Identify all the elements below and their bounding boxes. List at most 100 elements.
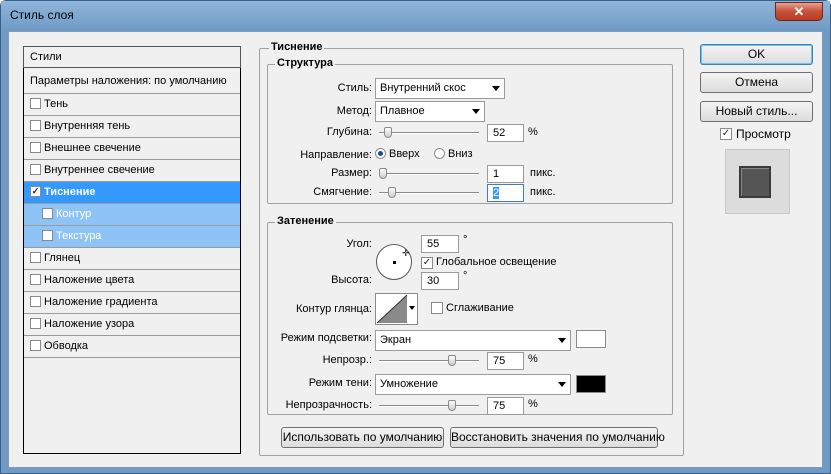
size-unit: пикс. [530, 167, 556, 179]
highlight-mode-label: Режим подсветки: [280, 332, 372, 344]
checkbox-checked-icon[interactable]: ✓ [30, 185, 41, 197]
shadow-opacity-label: Непрозрачность: [285, 399, 372, 411]
style-item-1[interactable]: Тень [24, 94, 240, 116]
checkbox-icon[interactable] [30, 119, 41, 131]
angle-unit: ° [463, 234, 468, 246]
style-item-3[interactable]: Внешнее свечение [24, 138, 240, 160]
style-item-10[interactable]: Наложение градиента [24, 292, 240, 314]
style-item-label: Обводка [44, 340, 89, 352]
style-select[interactable]: Внутренний скос [375, 78, 505, 99]
highlight-mode-select[interactable]: Экран [375, 330, 571, 351]
styles-header[interactable]: Стили [23, 46, 241, 68]
soften-slider[interactable] [379, 187, 479, 198]
size-slider[interactable] [379, 168, 479, 179]
style-item-4[interactable]: Внутреннее свечение [24, 160, 240, 182]
style-item-7[interactable]: Текстура [24, 226, 240, 248]
style-item-12[interactable]: Обводка [24, 336, 240, 358]
style-item-label: Глянец [44, 252, 81, 264]
checkbox-icon[interactable] [30, 273, 41, 285]
shadow-opacity-thumb[interactable] [448, 400, 456, 411]
method-select[interactable]: Плавное [375, 101, 485, 122]
highlight-opacity-unit: % [528, 353, 538, 365]
depth-slider-thumb[interactable] [384, 127, 392, 138]
crosshair-icon: ✛ [402, 248, 410, 258]
checkbox-icon[interactable] [42, 229, 53, 241]
style-item-5[interactable]: ✓ Тиснение [24, 182, 240, 204]
shadow-mode-value: Умножение [380, 378, 438, 390]
style-item-11[interactable]: Наложение узора [24, 314, 240, 336]
new-style-button[interactable]: Новый стиль... [700, 101, 813, 122]
checkbox-icon[interactable] [30, 251, 41, 263]
checkbox-icon[interactable] [30, 97, 41, 109]
angle-dial[interactable]: ✛ [376, 244, 412, 280]
direction-down-radio[interactable]: Вниз [434, 147, 473, 160]
size-input[interactable]: 1 [487, 165, 524, 183]
checkbox-icon[interactable] [30, 295, 41, 307]
ok-button[interactable]: OK [700, 44, 813, 65]
depth-slider[interactable] [379, 127, 479, 138]
window-title: Стиль слоя [10, 8, 74, 22]
chevron-down-icon [472, 109, 480, 114]
highlight-opacity-slider[interactable] [379, 355, 479, 366]
checkbox-icon[interactable] [30, 317, 41, 329]
highlight-opacity-input[interactable]: 75 [487, 352, 524, 370]
layer-style-dialog: Стиль слоя ✕ Стили Параметры наложения: … [0, 0, 831, 474]
style-item-label: Внешнее свечение [44, 142, 141, 154]
size-slider-thumb[interactable] [379, 168, 387, 179]
soften-slider-thumb[interactable] [388, 187, 396, 198]
blend-options-default[interactable]: Параметры наложения: по умолчанию [24, 69, 240, 94]
shadow-color-swatch[interactable] [576, 375, 606, 393]
style-item-label: Наложение цвета [44, 274, 135, 286]
use-default-button[interactable]: Использовать по умолчанию [281, 427, 444, 448]
soften-label: Смягчение: [313, 186, 372, 198]
style-item-8[interactable]: Глянец [24, 248, 240, 270]
style-item-label: Тиснение [44, 186, 96, 198]
style-item-label: Наложение узора [44, 318, 135, 330]
style-item-9[interactable]: Наложение цвета [24, 270, 240, 292]
style-item-2[interactable]: Внутренняя тень [24, 116, 240, 138]
altitude-input[interactable]: 30 [421, 272, 459, 290]
shadow-mode-select[interactable]: Умножение [375, 374, 571, 395]
reset-default-button[interactable]: Восстановить значения по умолчанию [450, 427, 665, 448]
antialias-checkbox[interactable] [431, 302, 443, 314]
close-button[interactable]: ✕ [775, 2, 823, 21]
gloss-contour-label: Контур глянца: [295, 303, 372, 315]
altitude-unit: ° [463, 270, 468, 282]
checkmark-icon: ✓ [721, 128, 731, 139]
preview-label: Просмотр [736, 127, 791, 141]
radio-off-icon [434, 147, 445, 159]
shadow-opacity-unit: % [528, 398, 538, 410]
chevron-down-icon [492, 86, 500, 91]
title-bar[interactable]: Стиль слоя ✕ [1, 1, 830, 31]
checkbox-icon[interactable] [30, 141, 41, 153]
shadow-mode-label: Режим тени: [308, 377, 372, 389]
soften-value: 2 [493, 187, 500, 199]
styles-list: Стили Параметры наложения: по умолчанию … [23, 46, 241, 454]
direction-up-label: Вверх [389, 148, 420, 160]
angle-dial-center [393, 261, 396, 264]
checkbox-icon[interactable] [30, 339, 41, 351]
angle-input[interactable]: 55 [421, 235, 459, 253]
preview-checkbox[interactable]: ✓ [720, 128, 732, 140]
checkbox-icon[interactable] [42, 207, 53, 219]
style-label: Стиль: [337, 82, 372, 94]
structure-title: Структура [275, 57, 335, 69]
direction-label: Направление: [300, 149, 372, 161]
depth-unit: % [528, 126, 538, 138]
style-item-6[interactable]: Контур [24, 204, 240, 226]
highlight-color-swatch[interactable] [576, 330, 606, 348]
cancel-button[interactable]: Отмена [700, 72, 813, 93]
gloss-contour-picker[interactable] [375, 293, 418, 325]
soften-input[interactable]: 2 [487, 184, 524, 202]
direction-up-radio[interactable]: Вверх [375, 147, 420, 160]
style-item-label: Внутренняя тень [44, 120, 131, 132]
shadow-opacity-input[interactable]: 75 [487, 397, 524, 415]
highlight-opacity-thumb[interactable] [448, 355, 456, 366]
checkbox-icon[interactable] [30, 163, 41, 175]
angle-label: Угол: [346, 238, 372, 250]
radio-on-icon [375, 147, 386, 159]
depth-input[interactable]: 52 [487, 124, 524, 142]
shadow-opacity-slider[interactable] [379, 400, 479, 411]
global-light-checkbox[interactable]: ✓ [421, 257, 433, 269]
shading-title: Затенение [275, 215, 336, 227]
